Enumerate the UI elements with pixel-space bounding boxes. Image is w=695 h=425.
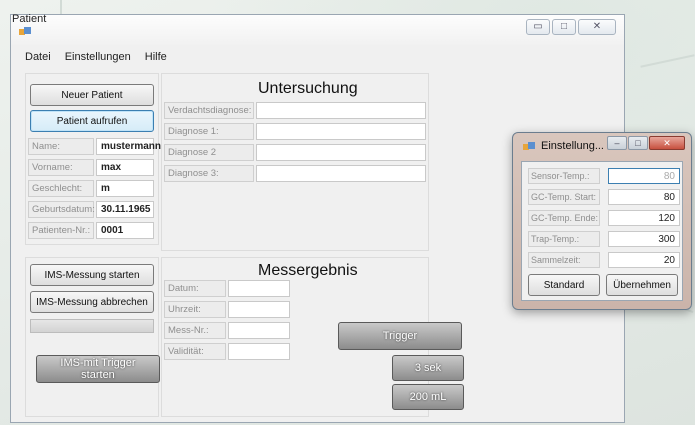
diagnosis-1-label: Diagnose 1: [164, 123, 254, 140]
suspected-diagnosis-label: Verdachtsdiagnose: [164, 102, 254, 119]
maximize-icon[interactable]: □ [628, 136, 648, 150]
dialog-caption-buttons: – □ ✕ [607, 136, 685, 150]
maximize-icon[interactable]: □ [552, 19, 576, 35]
gc-temp-end-field[interactable]: 120 [608, 210, 680, 226]
collection-time-label: Sammelzeit: [528, 252, 600, 268]
exam-heading: Untersuchung [258, 80, 358, 97]
window-title: Patient [12, 13, 47, 25]
ims-start-button[interactable]: IMS-Messung starten [30, 264, 154, 286]
menu-datei[interactable]: Datei [25, 51, 51, 63]
patient-number-label: Patienten-Nr.: [28, 222, 94, 239]
patient-panel: Neuer Patient Patient aufrufen Name: mus… [25, 73, 161, 245]
open-patient-button[interactable]: Patient aufrufen [30, 110, 154, 132]
suspected-diagnosis-field[interactable] [256, 102, 426, 119]
window-caption-buttons: ▭ □ ✕ [526, 19, 616, 35]
ims-trigger-start-button[interactable]: IMS-mit Trigger starten [36, 355, 160, 383]
menu-bar: Datei Einstellungen Hilfe [25, 51, 167, 63]
diagnosis-3-field[interactable] [256, 165, 426, 182]
new-patient-button[interactable]: Neuer Patient [30, 84, 154, 106]
minimize-icon[interactable]: ▭ [526, 19, 550, 35]
firstname-label: Vorname: [28, 159, 94, 176]
patient-number-field[interactable]: 0001 [96, 222, 154, 239]
gc-temp-end-label: GC-Temp. Ende: [528, 210, 600, 226]
gc-temp-start-label: GC-Temp. Start: [528, 189, 600, 205]
gc-temp-start-field[interactable]: 80 [608, 189, 680, 205]
exam-panel: Untersuchung Verdachtsdiagnose: Diagnose… [161, 73, 429, 251]
measurement-progress-bar [30, 319, 154, 333]
diagnosis-2-label: Diagnose 2 [164, 144, 254, 161]
date-label: Datum: [164, 280, 226, 297]
minimize-icon[interactable]: – [607, 136, 627, 150]
result-panel: Messergebnis Datum: Uhrzeit: Mess-Nr.: V… [161, 257, 464, 417]
app-icon [523, 142, 535, 150]
gender-field[interactable]: m [96, 180, 154, 197]
measure-number-field[interactable] [228, 322, 290, 339]
standard-button[interactable]: Standard [528, 274, 600, 296]
result-heading: Messergebnis [258, 262, 358, 279]
measurement-controls-panel: IMS-Messung starten IMS-Messung abbreche… [25, 257, 160, 417]
sensor-temp-field[interactable]: 80 [608, 168, 680, 184]
menu-einstellungen[interactable]: Einstellungen [65, 51, 131, 63]
menu-hilfe[interactable]: Hilfe [145, 51, 167, 63]
birthdate-label: Geburtsdatum: [28, 201, 95, 218]
volume-200ml-button[interactable]: 200 mL [392, 384, 464, 410]
map-line [640, 54, 695, 68]
time-field[interactable] [228, 301, 290, 318]
collection-time-field[interactable]: 20 [608, 252, 680, 268]
close-icon[interactable]: ✕ [649, 136, 685, 150]
diagnosis-3-label: Diagnose 3: [164, 165, 254, 182]
gender-label: Geschlecht: [28, 180, 94, 197]
date-field[interactable] [228, 280, 290, 297]
ims-abort-button[interactable]: IMS-Messung abbrechen [30, 291, 154, 313]
birthdate-field[interactable]: 30.11.1965 [96, 201, 154, 218]
title-bar[interactable]: Patient ▭ □ ✕ [11, 13, 624, 45]
sensor-temp-label: Sensor-Temp.: [528, 168, 600, 184]
validity-label: Validität: [164, 343, 226, 360]
trap-temp-field[interactable]: 300 [608, 231, 680, 247]
name-label: Name: [28, 138, 94, 155]
dialog-title: Einstellung... [541, 140, 604, 152]
diagnosis-1-field[interactable] [256, 123, 426, 140]
trigger-button[interactable]: Trigger [338, 322, 462, 350]
apply-button[interactable]: Übernehmen [606, 274, 678, 296]
close-icon[interactable]: ✕ [578, 19, 616, 35]
firstname-field[interactable]: max [96, 159, 154, 176]
app-icon [19, 27, 31, 35]
name-field[interactable]: mustermann [96, 138, 161, 155]
validity-field[interactable] [228, 343, 290, 360]
time-label: Uhrzeit: [164, 301, 226, 318]
measure-number-label: Mess-Nr.: [164, 322, 226, 339]
settings-dialog: Einstellung... – □ ✕ Sensor-Temp.: 80 GC… [512, 132, 692, 310]
diagnosis-2-field[interactable] [256, 144, 426, 161]
trap-temp-label: Trap-Temp.: [528, 231, 600, 247]
duration-3sek-button[interactable]: 3 sek [392, 355, 464, 381]
settings-dialog-body: Sensor-Temp.: 80 GC-Temp. Start: 80 GC-T… [521, 161, 683, 301]
